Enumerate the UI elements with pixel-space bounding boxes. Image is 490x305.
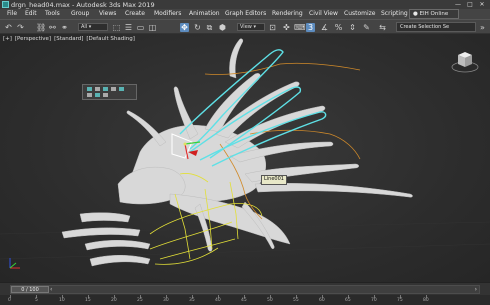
track-tick-label: 20 — [111, 298, 117, 303]
track-tick-label: 25 — [137, 298, 143, 303]
panel-button-2[interactable] — [95, 87, 100, 91]
menu-file[interactable]: File — [7, 10, 17, 17]
maximize-button[interactable]: □ — [464, 0, 476, 9]
track-tick-label: 40 — [215, 298, 221, 303]
track-tick-label: 15 — [85, 298, 91, 303]
panel-button-4[interactable] — [111, 87, 116, 91]
menu-views[interactable]: Views — [99, 10, 116, 17]
select-and-rotate-icon[interactable]: ↻ — [193, 23, 202, 32]
reference-coordinate-value: View — [240, 24, 252, 30]
time-next-icon[interactable]: › — [475, 286, 477, 293]
pivot-center-icon[interactable]: ⊡ — [268, 23, 277, 32]
track-tick-label: 80 — [423, 298, 429, 303]
track-tick-label: 75 — [397, 298, 403, 303]
track-tick-label: 55 — [293, 298, 299, 303]
unlink-icon[interactable]: ⚯ — [48, 23, 57, 32]
named-selection-sets-text: Create Selection Se — [400, 24, 450, 30]
user-label: EIH Online — [419, 11, 449, 17]
snaps-toggle-icon[interactable]: 3 — [306, 23, 315, 32]
title-bar: drgn_head04.max - Autodesk 3ds Max 2019 … — [0, 0, 490, 9]
toolbar-overflow-icon[interactable]: » — [478, 23, 487, 32]
menu-modifiers[interactable]: Modifiers — [154, 10, 181, 17]
select-and-place-icon[interactable]: ⬢ — [218, 23, 227, 32]
menu-customize[interactable]: Customize — [344, 10, 376, 17]
percent-snap-icon[interactable]: % — [334, 23, 343, 32]
menu-animation[interactable]: Animation — [189, 10, 220, 17]
perspective-viewport[interactable]: [+] [Perspective] [Standard] [Default Shadi… — [0, 34, 490, 282]
selection-filter-dropdown[interactable]: All ▾ — [78, 23, 108, 31]
edit-named-selection-icon[interactable]: ✎ — [362, 23, 371, 32]
time-slider[interactable]: 0 / 100 ‹ › — [10, 285, 480, 294]
track-tick-label: 30 — [163, 298, 169, 303]
dragon-head-model[interactable] — [0, 34, 490, 282]
keyboard-shortcut-override-icon[interactable]: ⌨ — [294, 23, 306, 32]
3dsmax-app-icon[interactable] — [2, 1, 9, 8]
select-and-move-icon[interactable]: ✥ — [180, 23, 189, 32]
track-tick-label: 65 — [345, 298, 351, 303]
time-slider-thumb[interactable]: 0 / 100 — [11, 286, 49, 293]
menu-create[interactable]: Create — [125, 10, 145, 17]
menu-group[interactable]: Group — [71, 10, 89, 17]
axis-tripod-icon — [9, 258, 20, 269]
panel-button-6[interactable] — [87, 93, 92, 97]
time-slider-bar: 0 / 100 ‹ › 0 5 10 15 20 25 30 35 40 45 … — [0, 282, 490, 305]
panel-button-7[interactable] — [95, 93, 100, 97]
select-object-icon[interactable]: ⬚ — [112, 23, 121, 32]
menu-tools[interactable]: Tools — [45, 10, 60, 17]
panel-button-3[interactable] — [103, 87, 108, 91]
menu-graph-editors[interactable]: Graph Editors — [225, 10, 266, 17]
named-selection-sets-field[interactable]: Create Selection Se — [396, 22, 476, 32]
redo-icon[interactable]: ↷ — [16, 23, 25, 32]
panel-button-1[interactable] — [87, 87, 92, 91]
track-tick-label: 50 — [267, 298, 273, 303]
bind-space-warp-icon[interactable]: ⚭ — [60, 23, 69, 32]
menu-edit[interactable]: Edit — [25, 10, 37, 17]
track-tick-label: 45 — [241, 298, 247, 303]
menu-civil-view[interactable]: Civil View — [309, 10, 338, 17]
menu-rendering[interactable]: Rendering — [272, 10, 303, 17]
rectangular-selection-icon[interactable]: ▭ — [136, 23, 145, 32]
panel-button-5[interactable] — [119, 87, 124, 91]
select-and-scale-icon[interactable]: ⧉ — [205, 23, 214, 32]
undo-icon[interactable]: ↶ — [4, 23, 13, 32]
track-tick-label: 70 — [371, 298, 377, 303]
link-icon[interactable]: ⛓ — [36, 23, 46, 32]
floating-tool-panel[interactable] — [82, 84, 137, 100]
window-crossing-icon[interactable]: ◫ — [148, 23, 157, 32]
user-account-button[interactable]: ● EIH Online — [409, 9, 459, 19]
spinner-snap-icon[interactable]: ⇕ — [348, 23, 357, 32]
mirror-icon[interactable]: ⇆ — [378, 23, 387, 32]
window-title: drgn_head04.max - Autodesk 3ds Max 2019 — [11, 0, 155, 9]
track-tick-label: 60 — [319, 298, 325, 303]
select-manipulate-icon[interactable]: ✜ — [282, 23, 291, 32]
panel-button-8[interactable] — [103, 93, 108, 97]
reference-coordinate-dropdown[interactable]: View ▾ — [237, 23, 265, 31]
object-name-tooltip: Line001 — [261, 175, 287, 185]
selection-filter-value: All — [81, 24, 88, 30]
main-toolbar: ↶ ↷ ⛓ ⚯ ⚭ All ▾ ⬚ ☰ ▭ ◫ ✥ ↻ ⧉ ⬢ View ▾ ⊡… — [0, 19, 490, 34]
menu-scripting[interactable]: Scripting — [381, 10, 408, 17]
track-tick-label: 35 — [189, 298, 195, 303]
minimize-button[interactable]: — — [452, 0, 464, 9]
close-button[interactable]: ✕ — [476, 0, 488, 9]
window-controls: — □ ✕ — [452, 0, 488, 9]
track-tick-label: 5 — [35, 298, 38, 303]
viewcube[interactable] — [450, 47, 480, 75]
angle-snap-icon[interactable]: ∡ — [320, 23, 329, 32]
select-by-name-icon[interactable]: ☰ — [124, 23, 133, 32]
time-prev-icon[interactable]: ‹ — [50, 286, 52, 293]
track-tick-label: 10 — [59, 298, 65, 303]
track-tick-label: 0 — [8, 298, 11, 303]
